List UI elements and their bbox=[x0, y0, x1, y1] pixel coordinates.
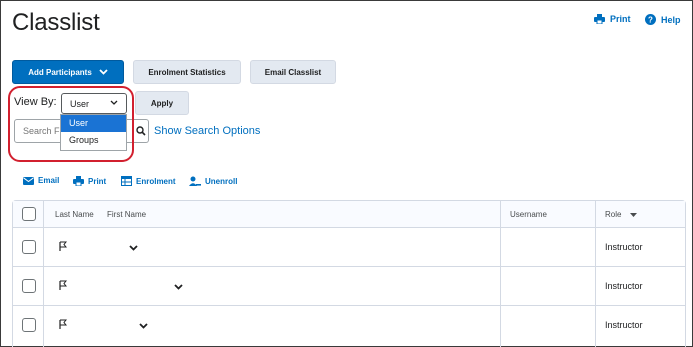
search-button[interactable] bbox=[133, 119, 149, 143]
flag-icon[interactable] bbox=[59, 280, 67, 291]
enrolment-action[interactable]: Enrolment bbox=[121, 176, 176, 186]
printer-icon bbox=[594, 14, 605, 24]
header-username[interactable]: Username bbox=[510, 210, 547, 219]
chevron-down-icon bbox=[99, 69, 108, 75]
envelope-icon bbox=[23, 176, 34, 185]
role-cell: Instructor bbox=[605, 320, 643, 330]
email-classlist-button[interactable]: Email Classlist bbox=[250, 60, 336, 84]
header-first-name[interactable]: First Name bbox=[107, 210, 146, 219]
header-role-label: Role bbox=[605, 210, 622, 219]
table-row: Instructor bbox=[13, 267, 685, 306]
table-row: Instructor bbox=[13, 306, 685, 345]
view-by-select[interactable]: User bbox=[61, 93, 127, 114]
email-action[interactable]: Email bbox=[23, 176, 59, 185]
header-last-name[interactable]: Last Name bbox=[55, 210, 94, 219]
chevron-down-icon[interactable] bbox=[174, 284, 183, 290]
search-icon bbox=[135, 126, 146, 136]
role-cell: Instructor bbox=[605, 281, 643, 291]
row-checkbox[interactable] bbox=[22, 318, 36, 332]
show-search-options-link[interactable]: Show Search Options bbox=[154, 125, 260, 137]
page-title: Classlist bbox=[12, 9, 100, 36]
enrolment-action-label: Enrolment bbox=[136, 176, 176, 186]
email-action-label: Email bbox=[38, 176, 60, 185]
print-link[interactable]: Print bbox=[594, 14, 631, 24]
role-cell: Instructor bbox=[605, 242, 643, 252]
unenroll-action[interactable]: Unenroll bbox=[189, 176, 237, 187]
help-icon: ? bbox=[645, 14, 656, 25]
flag-icon[interactable] bbox=[59, 319, 67, 330]
row-checkbox[interactable] bbox=[22, 240, 36, 254]
chevron-down-icon[interactable] bbox=[139, 323, 148, 329]
chevron-down-icon bbox=[110, 100, 118, 105]
svg-text:?: ? bbox=[648, 16, 653, 25]
print-link-label: Print bbox=[610, 14, 631, 24]
enrolment-statistics-button[interactable]: Enrolment Statistics bbox=[133, 60, 241, 84]
view-by-dropdown: User Groups bbox=[60, 114, 127, 151]
print-action-label: Print bbox=[88, 176, 107, 186]
header-role[interactable]: Role bbox=[605, 210, 637, 219]
chevron-down-icon[interactable] bbox=[129, 245, 138, 251]
enrolment-table-icon bbox=[121, 176, 132, 186]
unenroll-action-label: Unenroll bbox=[205, 177, 238, 186]
add-participants-label: Add Participants bbox=[28, 67, 92, 77]
flag-icon[interactable] bbox=[59, 241, 67, 252]
select-all-checkbox[interactable] bbox=[22, 207, 36, 221]
classlist-table: Last Name First Name Username Role Instr… bbox=[12, 200, 686, 347]
table-header-row: Last Name First Name Username Role bbox=[13, 201, 685, 228]
apply-button[interactable]: Apply bbox=[135, 91, 189, 115]
help-link-label: Help bbox=[661, 14, 681, 25]
printer-icon bbox=[73, 176, 84, 186]
row-checkbox[interactable] bbox=[22, 279, 36, 293]
view-by-selected-value: User bbox=[70, 98, 90, 109]
add-participants-button[interactable]: Add Participants bbox=[12, 60, 124, 84]
search-placeholder: Search F bbox=[23, 126, 60, 136]
print-action[interactable]: Print bbox=[73, 176, 106, 186]
unenroll-user-icon bbox=[189, 176, 201, 186]
view-by-label: View By: bbox=[14, 96, 57, 108]
sort-down-icon bbox=[629, 213, 637, 217]
help-link[interactable]: ? Help bbox=[645, 14, 681, 25]
table-row: Instructor bbox=[13, 228, 685, 267]
dropdown-option-user[interactable]: User bbox=[61, 115, 126, 132]
dropdown-option-groups[interactable]: Groups bbox=[61, 132, 126, 149]
